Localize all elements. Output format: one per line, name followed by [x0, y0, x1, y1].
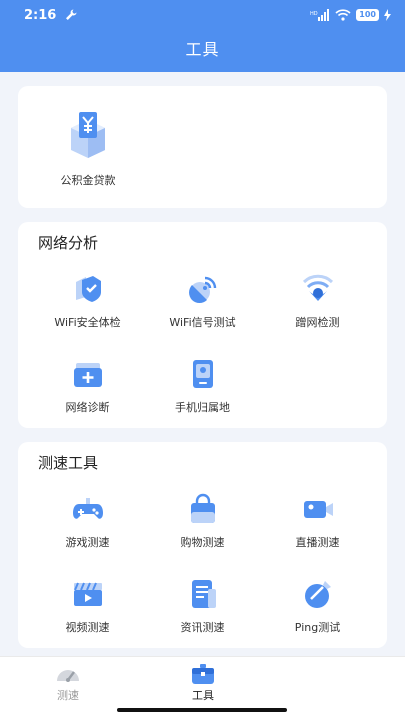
- network-analysis-card: 网络分析 WiFi安全体检 WiFi信号测试 蹭网检测 网络诊断 手机归属地: [18, 222, 387, 428]
- wifi-detect-icon: [302, 274, 333, 301]
- cellular-signal-icon: HD: [310, 9, 330, 21]
- header-bar: 2:16 HD 100 工具: [0, 0, 405, 72]
- speed-section-title: 测速工具: [38, 454, 99, 472]
- medical-kit-icon: [73, 363, 102, 387]
- tool-news-speed[interactable]: 资讯测速: [141, 571, 264, 641]
- phone-location-icon: [192, 360, 213, 388]
- ping-icon: [304, 581, 331, 608]
- speed-tools-card: 测速工具 游戏测速 购物测速 直播测速 视频测速 资讯测速 Ping测试: [18, 442, 387, 648]
- gamepad-icon: [72, 498, 103, 519]
- tab-tools[interactable]: 工具: [163, 663, 243, 707]
- tool-video-speed[interactable]: 视频测速: [26, 571, 149, 641]
- building-yen-icon: [71, 112, 105, 158]
- tool-label: 蹭网检测: [295, 316, 340, 329]
- video-camera-icon: [303, 501, 333, 518]
- tool-label: WiFi安全体检: [54, 316, 121, 329]
- tool-network-diagnosis[interactable]: 网络诊断: [26, 351, 149, 421]
- loan-tool-label: 公积金贷款: [60, 174, 116, 187]
- page-title: 工具: [185, 40, 220, 59]
- loan-tool-item[interactable]: 公积金贷款: [38, 108, 138, 188]
- tool-label: Ping测试: [294, 621, 341, 634]
- tool-label: WiFi信号测试: [169, 316, 236, 329]
- signal-dish-icon: [188, 276, 216, 303]
- status-bar: 2:16 HD 100: [0, 0, 405, 30]
- tab-label: 工具: [192, 689, 214, 702]
- tool-label: 直播测速: [295, 536, 340, 549]
- tool-label: 网络诊断: [65, 401, 110, 414]
- news-icon: [191, 580, 216, 608]
- wifi-status-icon: [335, 9, 351, 21]
- tool-wifi-security-check[interactable]: WiFi安全体检: [26, 266, 149, 336]
- toolbox-icon: [192, 664, 214, 684]
- tool-label: 购物测速: [180, 536, 225, 549]
- tool-live-stream-speed[interactable]: 直播测速: [256, 486, 379, 556]
- home-indicator[interactable]: [117, 708, 287, 712]
- clapperboard-icon: [73, 582, 102, 606]
- status-time: 2:16: [24, 7, 57, 23]
- tool-label: 资讯测速: [180, 621, 225, 634]
- tool-label: 游戏测速: [65, 536, 110, 549]
- tool-shopping-speed[interactable]: 购物测速: [141, 486, 264, 556]
- battery-indicator: 100: [356, 9, 379, 21]
- network-section-title: 网络分析: [38, 234, 99, 252]
- speedometer-icon: [57, 670, 79, 682]
- loan-card: 公积金贷款: [18, 86, 387, 208]
- tool-ping-test[interactable]: Ping测试: [256, 571, 379, 641]
- tool-wifi-freeloader-detect[interactable]: 蹭网检测: [256, 266, 379, 336]
- tool-label: 视频测速: [65, 621, 110, 634]
- charging-icon: [384, 9, 391, 21]
- tool-wifi-signal-test[interactable]: WiFi信号测试: [141, 266, 264, 336]
- tool-phone-location[interactable]: 手机归属地: [141, 351, 264, 421]
- tab-label: 测速: [57, 689, 79, 702]
- shield-check-icon: [75, 276, 101, 302]
- svg-text:HD: HD: [310, 11, 318, 17]
- tab-speed-test[interactable]: 测速: [28, 663, 108, 707]
- tool-game-speed[interactable]: 游戏测速: [26, 486, 149, 556]
- shopping-bag-icon: [190, 493, 215, 523]
- tool-label: 手机归属地: [175, 401, 230, 414]
- wrench-icon: [66, 9, 77, 20]
